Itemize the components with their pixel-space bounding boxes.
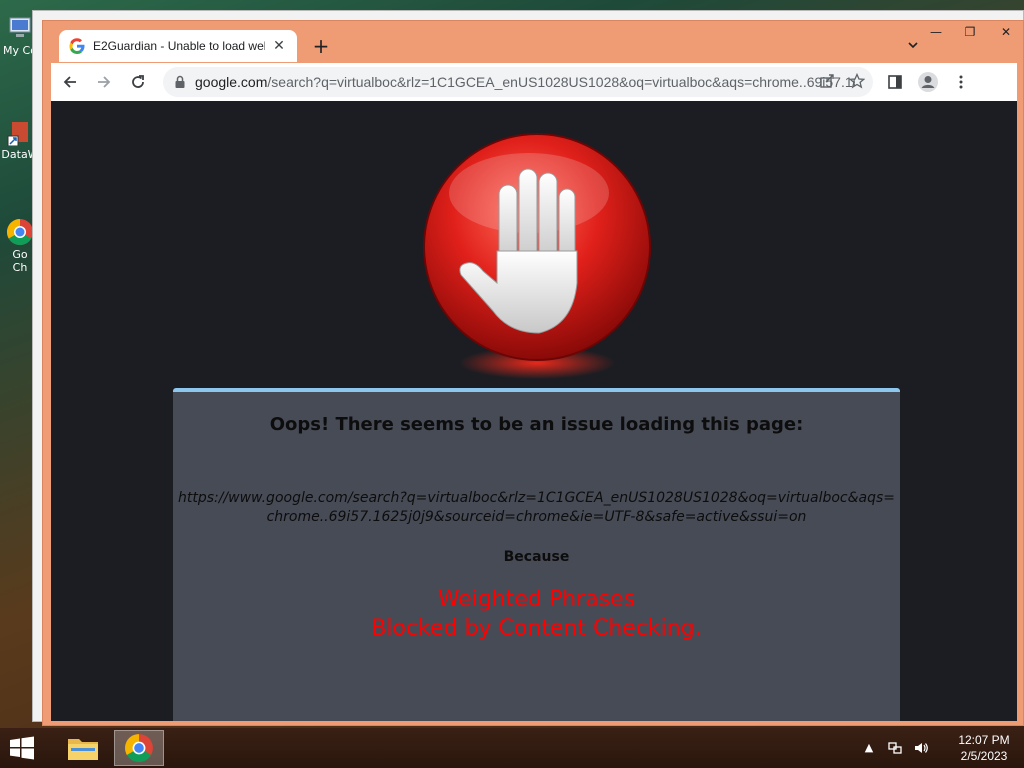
arrow-right-icon (98, 76, 111, 88)
computer-icon (6, 14, 34, 42)
google-favicon-icon (69, 38, 85, 54)
clock-time: 12:07 PM (958, 733, 1010, 747)
arrow-left-icon (63, 76, 76, 88)
folder-icon (68, 739, 98, 760)
stop-hand-icon (423, 133, 651, 379)
address-bar[interactable]: google.com/search?q=virtualboc&rlz=1C1GC… (163, 67, 873, 97)
start-button[interactable] (8, 736, 40, 762)
new-tab-button[interactable]: + (309, 35, 333, 59)
desktop-icon-label: Go Ch (12, 248, 28, 274)
taskbar-chrome[interactable] (114, 730, 164, 766)
block-reason-line-1: Weighted Phrases (437, 587, 636, 612)
volume-icon[interactable] (910, 738, 932, 758)
error-heading: Oops! There seems to be an issue loading… (269, 414, 804, 435)
url-path: /search?q=virtualboc&rlz=1C1GCEA_enUS102… (267, 74, 855, 90)
url-domain: google.com (195, 74, 268, 90)
minimize-button[interactable]: — (919, 21, 953, 43)
toolbar-right (887, 71, 969, 93)
clock-date: 2/5/2023 (960, 749, 1008, 763)
tab-e2guardian[interactable]: E2Guardian - Unable to load web ✕ (59, 30, 297, 62)
forward-button[interactable] (89, 67, 119, 97)
reload-button[interactable] (123, 67, 153, 97)
page-content: Oops! There seems to be an issue loading… (51, 101, 1017, 721)
reload-icon (132, 75, 144, 88)
chrome-icon (125, 734, 153, 763)
block-reason: Weighted Phrases Blocked by Content Chec… (173, 585, 900, 643)
taskbar-file-explorer[interactable] (58, 730, 108, 766)
block-reason-line-2: Blocked by Content Checking. (371, 616, 702, 641)
bookmark-star-icon[interactable] (849, 73, 865, 89)
error-panel: Oops! There seems to be an issue loading… (173, 388, 900, 721)
windows-logo-icon (10, 736, 34, 760)
chrome-icon (6, 218, 34, 246)
taskbar: ▲ 12:07 PM 2/5/2023 (0, 728, 1024, 768)
browser-window: E2Guardian - Unable to load web ✕ + — ❐ … (42, 20, 1024, 726)
show-hidden-icons-button[interactable]: ▲ (858, 738, 880, 758)
browser-toolbar: google.com/search?q=virtualboc&rlz=1C1GC… (51, 63, 1017, 101)
maximize-button[interactable]: ❐ (953, 21, 987, 43)
network-icon[interactable] (884, 738, 906, 758)
close-window-button[interactable]: ✕ (989, 21, 1023, 43)
shortcut-icon (6, 118, 34, 147)
share-icon[interactable] (819, 73, 835, 89)
profile-avatar-icon[interactable] (917, 71, 939, 93)
system-tray: ▲ 12:07 PM 2/5/2023 (854, 728, 1024, 768)
more-menu-icon[interactable] (953, 74, 969, 90)
side-panel-icon[interactable] (887, 74, 903, 90)
omnibox-actions (819, 73, 865, 89)
tab-title: E2Guardian - Unable to load web (93, 39, 265, 53)
because-label: Because (503, 549, 570, 565)
close-tab-icon[interactable]: ✕ (271, 38, 287, 54)
clock[interactable]: 12:07 PM 2/5/2023 (944, 732, 1024, 764)
url-text: google.com/search?q=virtualboc&rlz=1C1GC… (195, 74, 855, 90)
tab-strip: E2Guardian - Unable to load web ✕ + — ❐ … (43, 21, 1023, 62)
blocked-url: https://www.google.com/search?q=virtualb… (177, 490, 896, 525)
lock-icon[interactable] (173, 75, 187, 89)
back-button[interactable] (55, 67, 85, 97)
